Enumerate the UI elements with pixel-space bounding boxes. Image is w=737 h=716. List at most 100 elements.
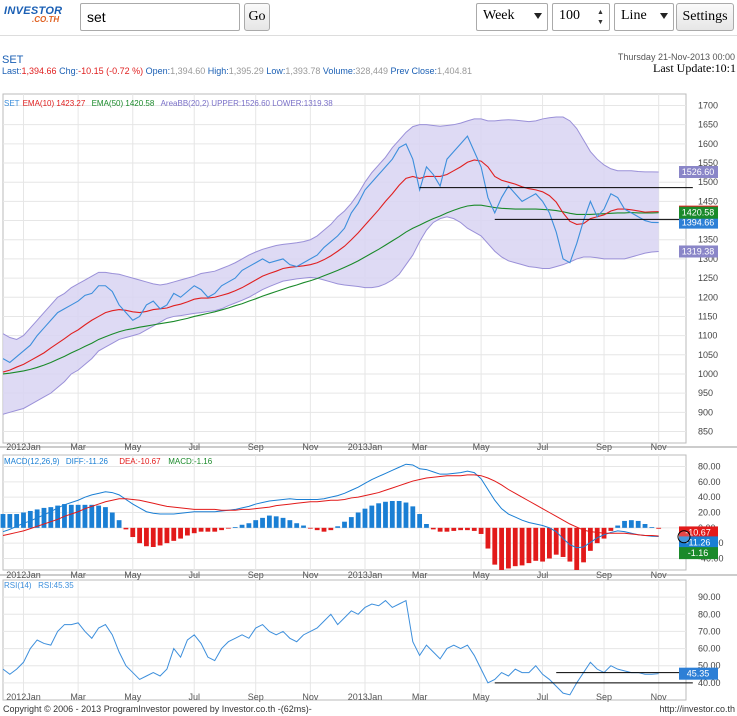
macd-histogram-bar [540, 527, 545, 562]
value-badge-label: -1.16 [688, 548, 709, 558]
macd-histogram-bar [376, 503, 382, 528]
macd-histogram-bar [485, 527, 491, 549]
macd-histogram-bar [130, 527, 136, 538]
x-tick-label: Nov [651, 570, 668, 580]
chevron-down-icon [660, 13, 668, 19]
macd-ytick-label: 80.00 [698, 462, 721, 472]
x-tick-label: Mar [70, 442, 86, 452]
macd-histogram-bar [137, 527, 142, 544]
chart-type-select[interactable]: Line [614, 3, 674, 31]
period-select[interactable]: Week [476, 3, 548, 31]
macd-histogram-bar [348, 517, 354, 528]
investor-logo[interactable]: INVESTOR .CO.TH [2, 5, 76, 31]
macd-histogram-bar [280, 517, 286, 528]
price-ytick-label: 900 [698, 407, 713, 417]
count-value: 100 [559, 8, 580, 23]
macd-histogram-bar [574, 527, 580, 570]
last-value: 1,394.66 [21, 66, 57, 76]
period-value: Week [483, 8, 515, 23]
price-ytick-label: 1200 [698, 292, 718, 302]
x-tick-label: 2013Jan [348, 442, 383, 452]
legend-item: MACD:-1.16 [168, 457, 213, 466]
go-button[interactable]: Go [244, 3, 270, 31]
macd-ytick-label: 20.00 [698, 508, 721, 518]
chart-area[interactable]: 8509009501000105011001150120012501300135… [0, 80, 737, 704]
x-tick-label: Jul [537, 442, 549, 452]
macd-histogram-bar [171, 527, 177, 541]
macd-histogram-bar [608, 527, 614, 531]
settings-button[interactable]: Settings [676, 3, 734, 31]
price-ytick-label: 1650 [698, 120, 718, 130]
legend-item: DIFF:-11.26 [66, 457, 109, 466]
site-link[interactable]: http://investor.co.th [659, 704, 735, 714]
volume-value: 328,449 [355, 66, 388, 76]
spinner-arrows-icon[interactable]: ▲ ▼ [597, 7, 606, 27]
rsi-ytick-label: 70.00 [698, 626, 721, 636]
macd-histogram-bar [622, 520, 627, 528]
x-tick-label: May [473, 570, 491, 580]
x-tick-label: Jul [188, 692, 200, 702]
count-stepper[interactable]: 100 ▲ ▼ [552, 3, 610, 31]
macd-histogram-bar [21, 512, 26, 528]
legend-item: RSI:45.35 [38, 581, 74, 590]
macd-histogram-bar [150, 527, 156, 547]
high-value: 1,395.29 [228, 66, 264, 76]
macd-histogram-bar [430, 527, 436, 530]
legend-item: AreaBB(20,2) UPPER:1526.60 LOWER:1319.38 [161, 99, 334, 108]
high-label: High: [207, 66, 229, 76]
value-badge-label: 1526.60 [682, 167, 715, 177]
price-ytick-label: 850 [698, 426, 713, 436]
price-ytick-label: 1700 [698, 101, 718, 111]
macd-histogram-bar [396, 501, 402, 528]
macd-histogram-bar [642, 524, 648, 528]
symbol-title: SET [2, 54, 24, 66]
macd-ytick-label: 60.00 [698, 477, 721, 487]
chg-value: -10.15 (-0.72 %) [78, 66, 144, 76]
macd-histogram-bar [649, 527, 655, 528]
macd-histogram-bar [273, 516, 279, 528]
x-tick-label: Nov [302, 570, 319, 580]
prev-close-value: 1,404.81 [437, 66, 473, 76]
macd-histogram-bar [225, 527, 231, 529]
x-tick-label: Jul [537, 570, 549, 580]
macd-histogram-bar [547, 527, 552, 559]
macd-histogram-bar [526, 527, 532, 564]
macd-histogram-bar [96, 505, 102, 528]
macd-histogram-bar [471, 527, 477, 531]
low-label: Low: [266, 66, 286, 76]
price-ytick-label: 1450 [698, 196, 718, 206]
x-tick-label: Sep [248, 692, 264, 702]
open-label: Open: [145, 66, 171, 76]
macd-histogram-bar [615, 525, 621, 528]
x-tick-label: Jul [188, 442, 200, 452]
macd-histogram-bar [499, 527, 504, 570]
macd-histogram-bar [212, 527, 218, 532]
x-tick-label: Nov [651, 692, 668, 702]
crosshair-marker [677, 530, 691, 544]
macd-histogram-bar [410, 506, 416, 528]
macd-histogram-bar [116, 520, 122, 528]
macd-histogram-bar [635, 520, 641, 528]
legend-item: EMA(50) 1420.58 [92, 99, 155, 108]
macd-histogram-bar [355, 512, 361, 528]
legend-item: RSI(14) [4, 581, 32, 590]
price-ytick-label: 1250 [698, 273, 718, 283]
macd-histogram-bar [383, 501, 388, 528]
macd-histogram-bar [362, 508, 368, 528]
x-tick-label: Mar [412, 692, 428, 702]
symbol-search-input[interactable] [80, 3, 240, 31]
macd-histogram-bar [342, 521, 347, 528]
x-tick-label: Sep [248, 570, 264, 580]
macd-histogram-bar [506, 527, 511, 569]
x-tick-label: 2012Jan [6, 692, 41, 702]
value-badge-label: 1319.38 [682, 246, 715, 256]
x-tick-label: Jul [188, 570, 200, 580]
panel-frame [2, 579, 687, 701]
legend-item: SET [4, 99, 20, 108]
x-tick-label: 2012Jan [6, 442, 41, 452]
x-tick-label: Mar [412, 442, 428, 452]
macd-ytick-label: 40.00 [698, 492, 721, 502]
macd-histogram-bar [560, 527, 566, 557]
macd-histogram-bar [321, 527, 327, 532]
rsi-ytick-label: 60.00 [698, 644, 721, 654]
